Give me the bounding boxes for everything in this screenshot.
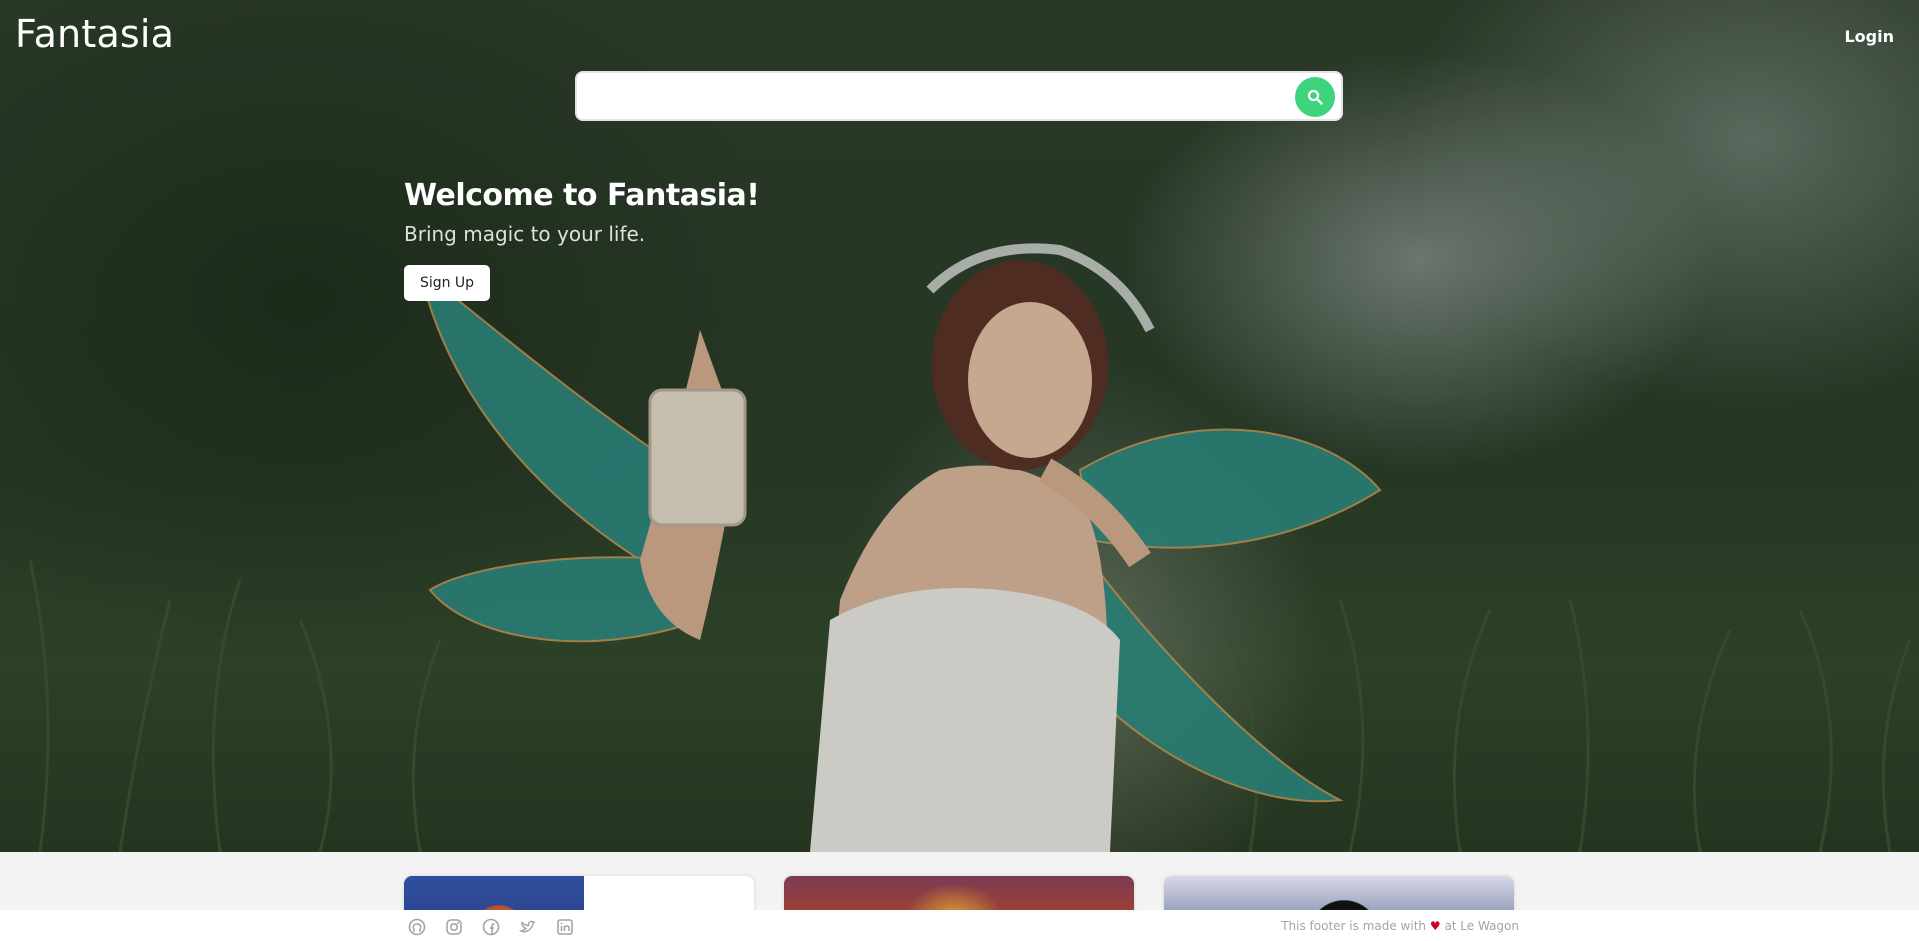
hero-subtitle: Bring magic to your life.	[404, 222, 646, 246]
hero-banner: Fantasia Login Welcome to Fantasia! Brin…	[0, 0, 1919, 852]
heart-icon: ♥	[1429, 919, 1441, 933]
footer-note-suffix: at Le Wagon	[1444, 919, 1519, 933]
hero-title: Welcome to Fantasia!	[404, 178, 760, 213]
footer-note-prefix: This footer is made with	[1281, 919, 1427, 933]
search-input[interactable]	[589, 81, 1269, 111]
search-icon	[1307, 89, 1323, 105]
footer-note: This footer is made with ♥ at Le Wagon	[1281, 919, 1519, 933]
footer: This footer is made with ♥ at Le Wagon	[0, 910, 1919, 941]
twitter-icon[interactable]	[518, 918, 537, 936]
github-icon[interactable]	[408, 918, 426, 936]
signup-button[interactable]: Sign Up	[404, 265, 490, 301]
search-button[interactable]	[1295, 77, 1335, 117]
search-bar	[575, 71, 1343, 121]
linkedin-icon[interactable]	[556, 918, 574, 936]
brand-logo[interactable]: Fantasia	[15, 12, 174, 56]
hero-overlay	[0, 0, 1919, 852]
instagram-icon[interactable]	[445, 918, 463, 936]
login-link[interactable]: Login	[1844, 27, 1894, 46]
facebook-icon[interactable]	[482, 918, 500, 936]
social-links	[408, 918, 574, 936]
